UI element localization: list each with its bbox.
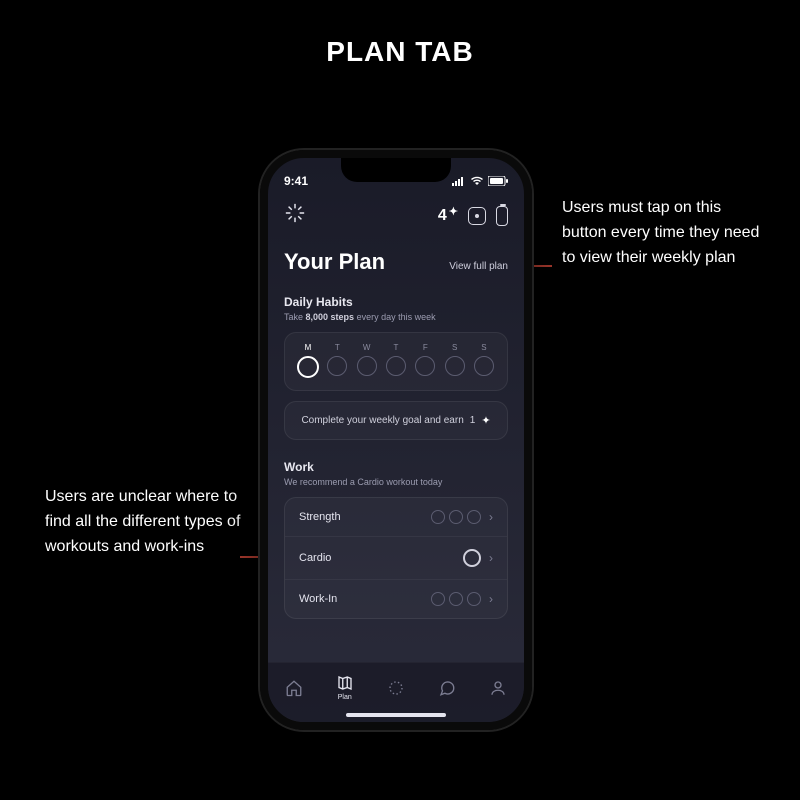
day-m-0[interactable]: M [295,343,321,378]
view-full-plan-button[interactable]: View full plan [449,261,508,272]
day-label: T [335,343,340,352]
work-card: Strength › Cardio › Work-In › [284,497,508,619]
day-circle [297,356,319,378]
work-title: Work [284,460,508,474]
day-label: S [481,343,486,352]
home-indicator[interactable] [346,713,446,717]
work-row-work-in[interactable]: Work-In › [285,580,507,618]
day-circle [474,356,494,376]
device-battery-icon[interactable] [496,206,508,226]
day-label: T [394,343,399,352]
chevron-right-icon: › [489,592,493,606]
tab-plan[interactable]: Plan [336,674,354,701]
streak-plus-icon: ✦ [449,205,458,218]
annotation-left: Users are unclear where to find all the … [45,485,245,559]
weekly-goal-reward: 1 [470,415,476,426]
progress-dots [431,592,481,606]
work-row-label: Strength [299,511,341,523]
progress-dots [431,510,481,524]
phone-frame: 9:41 4✦ Your Plan View [260,150,532,730]
top-bar: 4✦ [284,202,508,229]
work-row-label: Work-In [299,593,337,605]
annotation-right: Users must tap on this button every time… [562,196,762,270]
battery-icon [488,176,508,186]
daily-habits-subtitle: Take 8,000 steps every day this week [284,312,508,322]
day-label: M [305,343,312,352]
habits-card[interactable]: MTWTFSS [284,332,508,391]
tab-profile[interactable] [489,679,507,697]
chevron-right-icon: › [489,551,493,565]
day-circle [415,356,435,376]
day-t-3[interactable]: T [383,343,409,378]
day-label: W [363,343,371,352]
tab-activity[interactable] [387,679,405,697]
day-circle [357,356,377,376]
day-circle [327,356,347,376]
status-time: 9:41 [284,174,308,188]
your-plan-title: Your Plan [284,249,385,275]
notch [341,158,451,182]
day-s-6[interactable]: S [471,343,497,378]
wifi-icon [470,176,484,186]
day-label: F [423,343,428,352]
daily-habits-title: Daily Habits [284,295,508,309]
day-w-2[interactable]: W [354,343,380,378]
day-t-1[interactable]: T [324,343,350,378]
tab-home[interactable] [285,679,303,697]
day-label: S [452,343,457,352]
day-f-4[interactable]: F [412,343,438,378]
tab-chat[interactable] [438,679,456,697]
work-subtitle: We recommend a Cardio workout today [284,477,508,487]
work-row-strength[interactable]: Strength › [285,498,507,537]
weekly-goal-text: Complete your weekly goal and earn [301,415,463,426]
work-row-cardio[interactable]: Cardio › [285,537,507,580]
page-title: PLAN TAB [0,36,800,68]
app-logo-icon[interactable] [284,202,306,229]
streak-count[interactable]: 4✦ [438,207,458,225]
weekly-goal-card[interactable]: Complete your weekly goal and earn 1 ✦ [284,401,508,440]
sparkle-icon: ✦ [481,414,490,427]
day-circle [386,356,406,376]
calendar-icon[interactable] [468,207,486,225]
work-row-label: Cardio [299,552,331,564]
tab-plan-label: Plan [338,694,352,701]
chevron-right-icon: › [489,510,493,524]
day-s-5[interactable]: S [442,343,468,378]
tab-bar: Plan [268,662,524,722]
signal-icon [452,176,466,186]
day-circle [445,356,465,376]
progress-dots [463,549,481,567]
